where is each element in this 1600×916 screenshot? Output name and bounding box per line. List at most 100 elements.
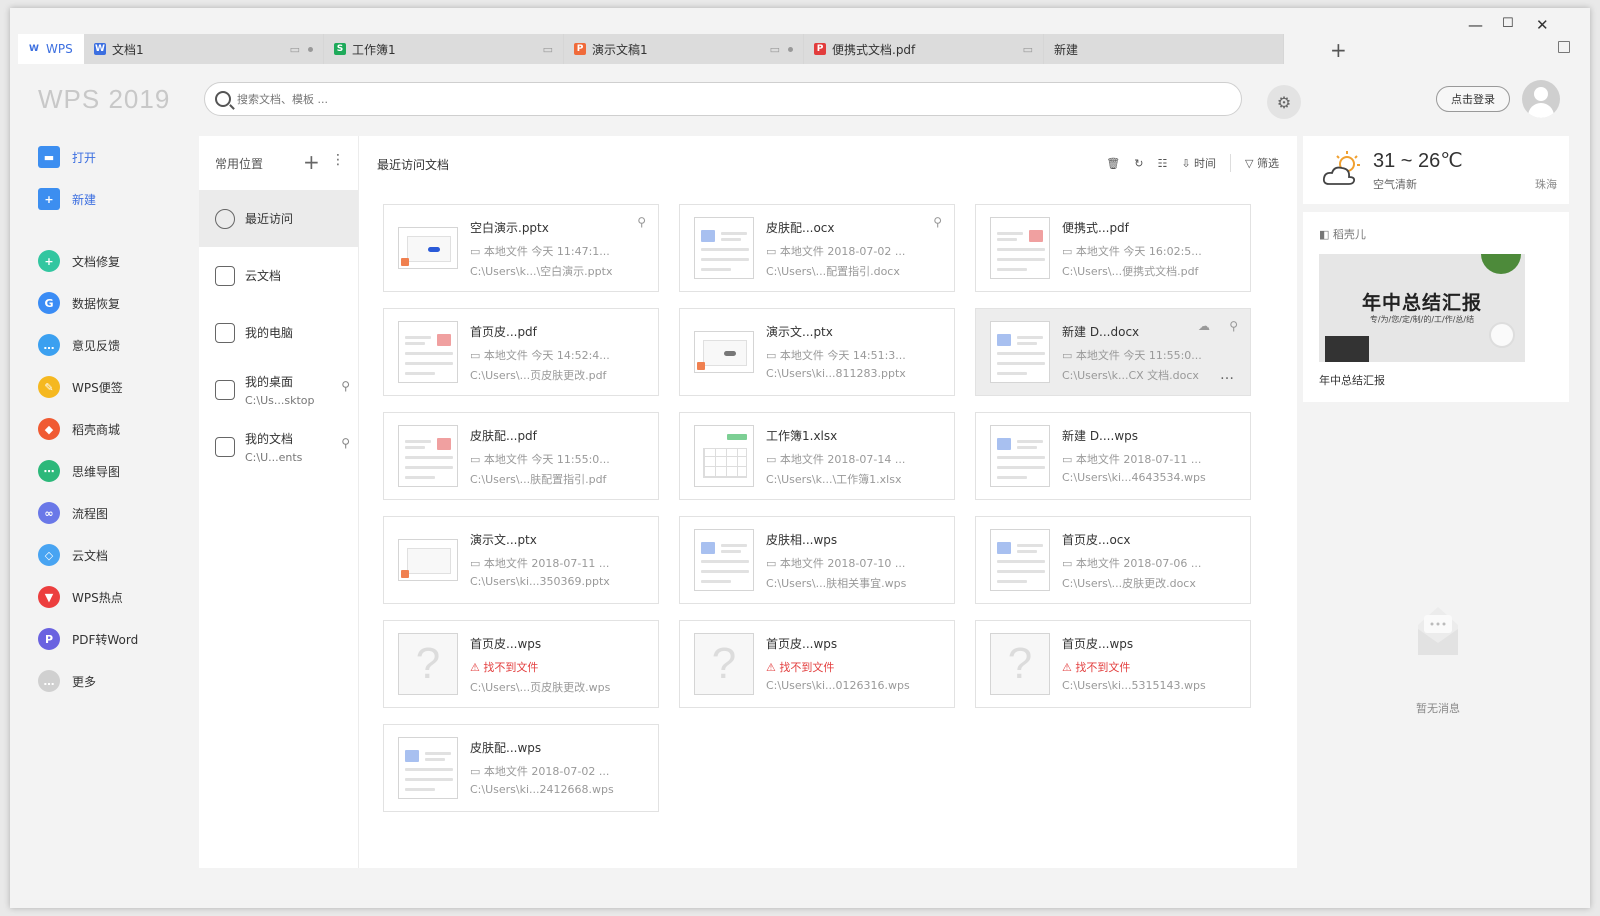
file-path: C:\Users\k...\工作簿1.xlsx: [766, 473, 902, 486]
maximize-button[interactable]: ☐: [1502, 16, 1514, 31]
file-name: 首页皮...pdf: [470, 325, 537, 339]
file-card[interactable]: 演示文...ptx ▭ 本地文件 2018-07-11 ... C:\Users\k…: [383, 516, 659, 604]
tab-label: 文档1: [112, 42, 144, 57]
place-computer[interactable]: 我的电脑: [199, 304, 358, 361]
pin-icon[interactable]: ⚲: [1229, 319, 1238, 333]
tab-label: WPS: [46, 42, 73, 56]
file-path: C:\Users\...页皮肤更改.pdf: [470, 369, 607, 382]
file-path: C:\Users\...肤配置指引.pdf: [470, 473, 607, 486]
cloud-doc-icon: ◇: [38, 544, 60, 566]
weather-widget[interactable]: 31 ~ 26℃ 空气清新 珠海: [1303, 136, 1569, 204]
nav-item-more[interactable]: … 更多: [10, 660, 200, 702]
file-card[interactable]: 便携式...pdf ▭ 本地文件 今天 16:02:5... C:\Users\..…: [975, 204, 1251, 292]
place-clock[interactable]: 最近访问: [199, 190, 358, 247]
file-meta: ▭ 本地文件 2018-07-11 ...: [1062, 451, 1201, 467]
recent-docs-area: 最近访问文档 🗑 ↻ ☷ ⇩ 时间 ▽ 筛选 空白演示.pptx ▭ 本地文件 今…: [359, 136, 1297, 868]
sidebar-toggle-icon[interactable]: [1558, 41, 1570, 53]
login-button[interactable]: 点击登录: [1436, 86, 1510, 112]
nav-item-flowchart[interactable]: ∞ 流程图: [10, 492, 200, 534]
feedback-icon: …: [38, 334, 60, 356]
search-bar[interactable]: [204, 82, 1242, 116]
place-label: 云文档: [245, 269, 282, 283]
place-box[interactable]: 云文档: [199, 247, 358, 304]
nav-item-mindmap[interactable]: ⋯ 思维导图: [10, 450, 200, 492]
add-tab-button[interactable]: +: [1330, 38, 1347, 62]
settings-button[interactable]: ⚙: [1267, 85, 1301, 119]
file-meta: ▭ 本地文件 今天 11:55:0...: [1062, 347, 1202, 363]
nav-item-cloud-doc[interactable]: ◇ 云文档: [10, 534, 200, 576]
file-path: C:\Users\ki...5315143.wps: [1062, 679, 1206, 692]
search-input[interactable]: [237, 92, 1137, 106]
refresh-icon[interactable]: ↻: [1134, 157, 1143, 170]
content-header: 最近访问文档 🗑 ↻ ☷ ⇩ 时间 ▽ 筛选: [359, 136, 1297, 192]
nav-label: WPS便签: [72, 380, 123, 395]
add-place-button[interactable]: +: [303, 150, 320, 174]
tab-home[interactable]: W WPS: [18, 34, 84, 64]
file-card[interactable]: 空白演示.pptx ▭ 本地文件 今天 11:47:1... C:\Users\k.…: [383, 204, 659, 292]
place-label: 我的文档: [245, 431, 294, 446]
warning-icon: ⚠: [470, 661, 480, 674]
monitor-icon: ▭: [1022, 42, 1033, 56]
note-icon: ✎: [38, 376, 60, 398]
file-card[interactable]: ? 首页皮...wps ⚠ 找不到文件 C:\Users\...页皮肤更改.wps: [383, 620, 659, 708]
tab-new[interactable]: 新建: [1044, 34, 1284, 64]
pin-icon[interactable]: ⚲: [933, 215, 942, 229]
docer-icon: ◧: [1319, 228, 1330, 241]
monitor-icon: ▭: [1062, 349, 1073, 362]
filter-button[interactable]: ▽ 筛选: [1245, 155, 1279, 171]
file-meta: ▭ 本地文件 2018-07-06 ...: [1062, 555, 1201, 571]
pin-icon[interactable]: ⚲: [341, 379, 350, 393]
more-icon: …: [38, 670, 60, 692]
nav-item-folder[interactable]: ▬ 打开: [10, 136, 200, 178]
places-menu-icon[interactable]: ⋮: [331, 152, 345, 168]
file-card[interactable]: 新建 D....wps ▭ 本地文件 2018-07-11 ... C:\Users…: [975, 412, 1251, 500]
tab-doc[interactable]: W 文档1 ▭: [84, 34, 324, 64]
file-card[interactable]: 皮肤配...wps ▭ 本地文件 2018-07-02 ... C:\Users\k…: [383, 724, 659, 812]
nav-item-repair[interactable]: + 文档修复: [10, 240, 200, 282]
file-card[interactable]: ? 首页皮...wps ⚠ 找不到文件 C:\Users\ki...5315143.w…: [975, 620, 1251, 708]
file-card[interactable]: 皮肤相...wps ▭ 本地文件 2018-07-10 ... C:\Users\.…: [679, 516, 955, 604]
file-card[interactable]: 工作簿1.xlsx ▭ 本地文件 2018-07-14 ... C:\Users\k…: [679, 412, 955, 500]
promo-caption[interactable]: 年中总结汇报: [1319, 372, 1385, 388]
tab-sheet[interactable]: S 工作簿1 ▭: [324, 34, 564, 64]
place-desktop[interactable]: 我的桌面 C:\Us...sktop ⚲: [199, 361, 358, 418]
file-card[interactable]: 皮肤配...ocx ▭ 本地文件 2018-07-02 ... C:\Users\.…: [679, 204, 955, 292]
missing-file-icon: ?: [990, 633, 1050, 695]
list-view-icon[interactable]: ☷: [1157, 157, 1167, 170]
doc-thumbnail: [990, 321, 1050, 383]
file-card[interactable]: ? 首页皮...wps ⚠ 找不到文件 C:\Users\ki...0126316.w…: [679, 620, 955, 708]
nav-item-pdf-word[interactable]: P PDF转Word: [10, 618, 200, 660]
file-meta: ▭ 本地文件 2018-07-02 ...: [470, 763, 609, 779]
more-options-icon[interactable]: …: [1220, 367, 1234, 383]
nav-item-recover[interactable]: G 数据恢复: [10, 282, 200, 324]
upload-cloud-icon[interactable]: ☁: [1198, 319, 1210, 333]
promo-label: ◧ 稻壳儿: [1319, 226, 1366, 242]
file-card[interactable]: 演示文...ptx ▭ 本地文件 今天 14:51:3... C:\Users\ki…: [679, 308, 955, 396]
sort-button[interactable]: ⇩ 时间: [1181, 155, 1216, 171]
pin-icon[interactable]: ⚲: [637, 215, 646, 229]
file-name: 皮肤相...wps: [766, 533, 838, 547]
monitor-icon: ▭: [766, 245, 777, 258]
close-button[interactable]: ✕: [1536, 16, 1549, 34]
nav-item-hot[interactable]: ▼ WPS热点: [10, 576, 200, 618]
pin-icon[interactable]: ⚲: [341, 436, 350, 450]
nav-item-shop[interactable]: ◆ 稻壳商城: [10, 408, 200, 450]
file-card[interactable]: 新建 D...docx ▭ 本地文件 今天 11:55:0... C:\Users\…: [975, 308, 1251, 396]
file-card[interactable]: 首页皮...ocx ▭ 本地文件 2018-07-06 ... C:\Users\.…: [975, 516, 1251, 604]
file-card[interactable]: 首页皮...pdf ▭ 本地文件 今天 14:52:4... C:\Users\..…: [383, 308, 659, 396]
avatar[interactable]: [1522, 80, 1560, 118]
file-path: C:\Users\ki...4643534.wps: [1062, 471, 1206, 484]
file-name: 新建 D....wps: [1062, 429, 1138, 443]
place-documents[interactable]: 我的文档 C:\U...ents ⚲: [199, 418, 358, 475]
nav-item-plus[interactable]: + 新建: [10, 178, 200, 220]
promo-card[interactable]: ◧ 稻壳儿 年中总结汇报 专/为/您/定/制/的/工/作/总/结 年中总结汇报: [1303, 212, 1569, 402]
minimize-button[interactable]: —: [1468, 16, 1483, 34]
nav-item-note[interactable]: ✎ WPS便签: [10, 366, 200, 408]
tab-ppt[interactable]: P 演示文稿1 ▭: [564, 34, 804, 64]
ppt-icon: P: [574, 43, 586, 55]
promo-image[interactable]: 年中总结汇报 专/为/您/定/制/的/工/作/总/结: [1319, 254, 1525, 362]
file-card[interactable]: 皮肤配...pdf ▭ 本地文件 今天 11:55:0... C:\Users\..…: [383, 412, 659, 500]
nav-item-feedback[interactable]: … 意见反馈: [10, 324, 200, 366]
clear-icon[interactable]: 🗑: [1106, 157, 1120, 170]
tab-pdf[interactable]: P 便携式文档.pdf ▭: [804, 34, 1044, 64]
